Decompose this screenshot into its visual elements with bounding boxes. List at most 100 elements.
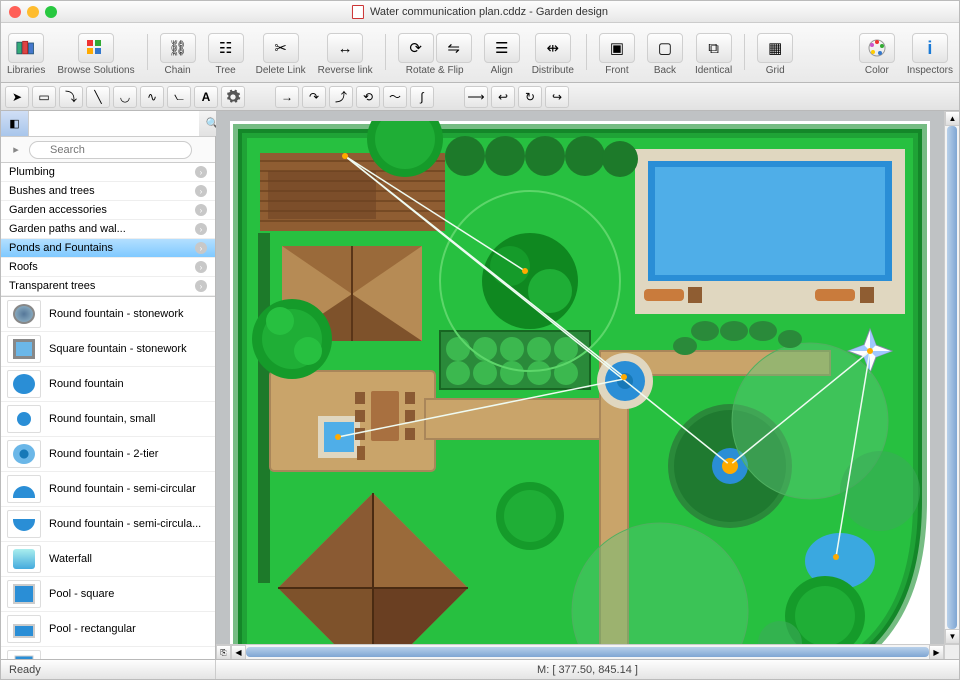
tb-grid[interactable]: ▦ Grid bbox=[757, 33, 793, 76]
distribute-icon[interactable]: ⇹ bbox=[535, 33, 571, 63]
redo-icon[interactable]: ↪ bbox=[545, 86, 569, 108]
sidebar: ◧ 🔍 ▸ Plumbing› Bushes and trees› Garden… bbox=[1, 111, 216, 659]
curve-tool-icon[interactable]: ∿ bbox=[140, 86, 164, 108]
list-item[interactable]: Round fountain - semi-circular bbox=[1, 472, 215, 507]
vertical-scrollbar[interactable]: ▲ ▼ bbox=[944, 111, 959, 644]
arc-tool-icon[interactable]: ◡ bbox=[113, 86, 137, 108]
shapes-tab-icon[interactable]: ◧ bbox=[1, 111, 29, 136]
category-roofs[interactable]: Roofs› bbox=[1, 258, 215, 277]
list-item[interactable]: Round fountain - 2-tier bbox=[1, 437, 215, 472]
zoom-icon[interactable] bbox=[45, 6, 57, 18]
browse-icon[interactable] bbox=[78, 33, 114, 63]
tb-reverse-link[interactable]: ↔ Reverse link bbox=[318, 33, 373, 76]
list-item[interactable]: Pool - rectangular bbox=[1, 612, 215, 647]
list-item[interactable]: Waterfall bbox=[1, 542, 215, 577]
minimize-icon[interactable] bbox=[27, 6, 39, 18]
stencil-list: Round fountain - stonework Square founta… bbox=[1, 297, 215, 659]
tb-tree[interactable]: ☷ Tree bbox=[208, 33, 244, 76]
color-icon[interactable] bbox=[859, 33, 895, 63]
rotate-icon[interactable]: ⟳ bbox=[398, 33, 434, 63]
close-icon[interactable] bbox=[9, 6, 21, 18]
back-icon[interactable]: ▢ bbox=[647, 33, 683, 63]
tb-identical[interactable]: ⧉ Identical bbox=[695, 33, 732, 76]
pool-square-icon bbox=[7, 580, 41, 608]
rect-tool-icon[interactable]: ▭ bbox=[32, 86, 56, 108]
pool-rect-icon bbox=[7, 615, 41, 643]
status-ready: Ready bbox=[1, 660, 216, 679]
expand-icon[interactable]: › bbox=[195, 223, 207, 235]
expand-icon[interactable]: › bbox=[195, 185, 207, 197]
tb-distribute[interactable]: ⇹ Distribute bbox=[532, 33, 574, 76]
tb-delete-link[interactable]: ✂ Delete Link bbox=[256, 33, 306, 76]
tb-browse[interactable]: Browse Solutions bbox=[57, 33, 134, 76]
arrow-right-icon[interactable]: → bbox=[275, 86, 299, 108]
category-paths[interactable]: Garden paths and wal...› bbox=[1, 220, 215, 239]
collapse-icon[interactable]: ▸ bbox=[7, 143, 25, 156]
delete-link-icon[interactable]: ✂ bbox=[263, 33, 299, 63]
scroll-right-icon[interactable]: ▶ bbox=[929, 645, 944, 660]
tb-inspectors[interactable]: i Inspectors bbox=[907, 33, 953, 76]
reverse-link-icon[interactable]: ↔ bbox=[327, 33, 363, 63]
tb-align[interactable]: ☰ Align bbox=[484, 33, 520, 76]
category-transparent-trees[interactable]: Transparent trees› bbox=[1, 277, 215, 296]
horizontal-scrollbar[interactable]: ⎘ ◀ ▶ bbox=[216, 644, 959, 659]
tb-back[interactable]: ▢ Back bbox=[647, 33, 683, 76]
front-icon[interactable]: ▣ bbox=[599, 33, 635, 63]
tb-rotate[interactable]: ⟳ ⇋ Rotate & Flip bbox=[398, 33, 472, 76]
tb-chain[interactable]: ⛓ Chain bbox=[160, 33, 196, 76]
list-item[interactable]: Pool - square bbox=[1, 577, 215, 612]
list-item[interactable]: Round fountain, small bbox=[1, 402, 215, 437]
align-icon[interactable]: ☰ bbox=[484, 33, 520, 63]
expand-icon[interactable]: › bbox=[195, 280, 207, 292]
list-item[interactable]: Round fountain bbox=[1, 367, 215, 402]
expand-icon[interactable]: › bbox=[195, 261, 207, 273]
bezier-icon[interactable]: 〜 bbox=[383, 86, 407, 108]
step-icon[interactable]: ⤴ bbox=[329, 86, 353, 108]
list-item[interactable]: Square fountain - stonework bbox=[1, 332, 215, 367]
text-tool-icon[interactable]: A bbox=[194, 86, 218, 108]
search-input[interactable] bbox=[29, 141, 192, 159]
list-item[interactable]: Round fountain - semi-circula... bbox=[1, 507, 215, 542]
scroll-down-icon[interactable]: ▼ bbox=[945, 629, 959, 644]
list-item[interactable]: Pool - L-shaped bbox=[1, 647, 215, 659]
category-bushes[interactable]: Bushes and trees› bbox=[1, 182, 215, 201]
round-fountain-2tier-icon bbox=[7, 440, 41, 468]
connector-tool-icon[interactable]: ⤵ bbox=[59, 86, 83, 108]
inspectors-icon[interactable]: i bbox=[912, 33, 948, 63]
main-toolbar: Libraries Browse Solutions ⛓ Chain ☷ Tre… bbox=[1, 23, 959, 83]
identical-icon[interactable]: ⧉ bbox=[696, 33, 732, 63]
round-conn-icon[interactable]: ⟲ bbox=[356, 86, 380, 108]
tb-libraries[interactable]: Libraries bbox=[7, 33, 45, 76]
scroll-up-icon[interactable]: ▲ bbox=[945, 111, 959, 126]
tree-icon[interactable]: ☷ bbox=[208, 33, 244, 63]
chain-icon[interactable]: ⛓ bbox=[160, 33, 196, 63]
category-ponds[interactable]: Ponds and Fountains› bbox=[1, 239, 215, 258]
scroll-left-icon[interactable]: ◀ bbox=[231, 645, 246, 660]
pointer-tool-icon[interactable]: ➤ bbox=[5, 86, 29, 108]
loop-icon[interactable]: ↻ bbox=[518, 86, 542, 108]
expand-icon[interactable]: › bbox=[195, 242, 207, 254]
forward-icon[interactable]: ⟶ bbox=[464, 86, 488, 108]
canvas[interactable] bbox=[216, 111, 944, 644]
title-project: Garden design bbox=[536, 6, 608, 18]
line-tool-icon[interactable]: ╲ bbox=[86, 86, 110, 108]
polyline-tool-icon[interactable]: ⦦ bbox=[167, 86, 191, 108]
gear-icon[interactable] bbox=[221, 86, 245, 108]
list-item[interactable]: Round fountain - stonework bbox=[1, 297, 215, 332]
expand-icon[interactable]: › bbox=[195, 166, 207, 178]
statusbar: Ready M: [ 377.50, 845.14 ] bbox=[1, 659, 959, 679]
flip-icon[interactable]: ⇋ bbox=[436, 33, 472, 63]
round-fountain-icon bbox=[7, 370, 41, 398]
grid-icon[interactable]: ▦ bbox=[757, 33, 793, 63]
garden-plan[interactable] bbox=[230, 121, 930, 644]
spline-icon[interactable]: ∫ bbox=[410, 86, 434, 108]
tb-front[interactable]: ▣ Front bbox=[599, 33, 635, 76]
page-nav-icon[interactable]: ⎘ bbox=[216, 645, 231, 660]
libraries-icon[interactable] bbox=[8, 33, 44, 63]
backward-icon[interactable]: ↩ bbox=[491, 86, 515, 108]
category-accessories[interactable]: Garden accessories› bbox=[1, 201, 215, 220]
expand-icon[interactable]: › bbox=[195, 204, 207, 216]
category-plumbing[interactable]: Plumbing› bbox=[1, 163, 215, 182]
arc-right-icon[interactable]: ↷ bbox=[302, 86, 326, 108]
tb-color[interactable]: Color bbox=[859, 33, 895, 76]
